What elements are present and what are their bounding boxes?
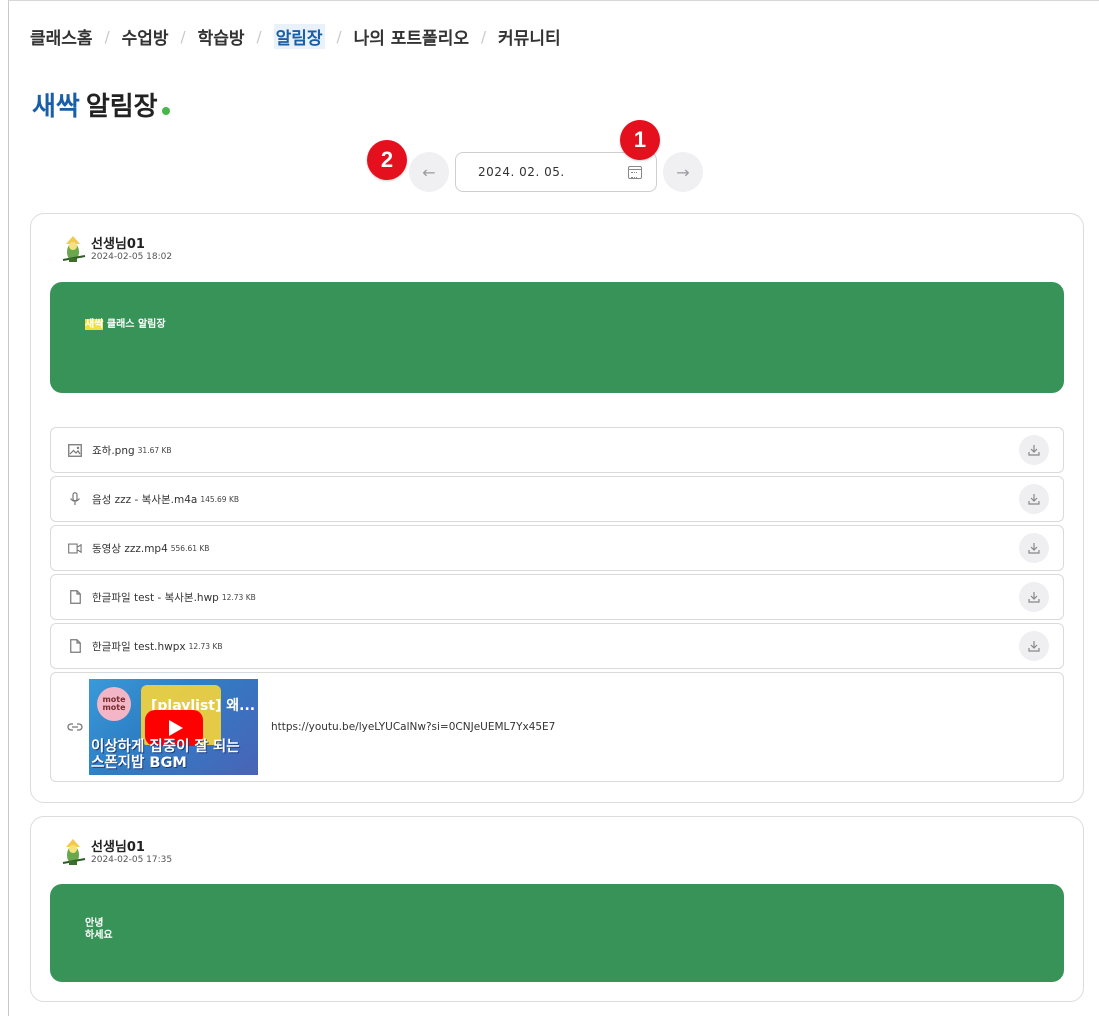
date-input[interactable]: 2024. 02. 05.	[455, 152, 657, 192]
attachment-item[interactable]: 죠하.png 31.67 KB	[50, 427, 1064, 473]
notice-post: 선생님01 2024-02-05 17:35 안녕 하세요	[30, 816, 1084, 1002]
download-button[interactable]	[1019, 484, 1049, 514]
attachment-item[interactable]: 동영상 zzz.mp4 556.61 KB	[50, 525, 1064, 571]
post-text-line: 하세요	[85, 930, 113, 941]
download-button[interactable]	[1019, 435, 1049, 465]
image-icon	[68, 443, 82, 457]
breadcrumb-separator: /	[480, 27, 487, 46]
download-icon	[1028, 445, 1040, 456]
annotation-badge-2: 2	[367, 140, 407, 180]
thumbnail-channel-badge: mote mote	[97, 687, 131, 721]
breadcrumb: 클래스홈 / 수업방 / 학습방 / 알림장 / 나의 포트폴리오 / 커뮤니티	[30, 24, 561, 49]
page-title-accent: 새싹	[32, 92, 80, 122]
arrow-right-icon: →	[676, 162, 690, 182]
post-content: 새싹 클래스 알림장	[50, 282, 1064, 393]
link-attachment[interactable]: mote mote [playlist] 왜... 이상하게 집중이 잘 되는 …	[50, 672, 1064, 782]
post-content: 안녕 하세요	[50, 884, 1064, 982]
breadcrumb-separator: /	[180, 27, 186, 46]
post-meta: 선생님01 2024-02-05 17:35	[91, 839, 173, 866]
attachment-name: 한글파일 test.hwpx	[92, 640, 186, 653]
notice-post: 선생님01 2024-02-05 18:02 새싹 클래스 알림장 죠하.png…	[30, 213, 1084, 803]
breadcrumb-separator: /	[104, 27, 110, 46]
download-button[interactable]	[1019, 631, 1049, 661]
attachment-name: 한글파일 test - 복사본.hwp	[92, 591, 219, 604]
post-header: 선생님01 2024-02-05 17:35	[59, 837, 172, 869]
attachment-name: 죠하.png	[92, 444, 135, 457]
highlighted-text: 새싹	[85, 319, 104, 330]
attachment-name: 동영상 zzz.mp4	[92, 542, 168, 555]
date-navigator: ← 2024. 02. 05. →	[409, 152, 703, 192]
download-icon	[1028, 543, 1040, 554]
download-button[interactable]	[1019, 582, 1049, 612]
video-thumbnail[interactable]: mote mote [playlist] 왜... 이상하게 집중이 잘 되는 …	[89, 679, 258, 775]
breadcrumb-lesson-room[interactable]: 수업방	[122, 24, 169, 49]
breadcrumb-class-home[interactable]: 클래스홈	[30, 24, 93, 49]
link-icon	[67, 723, 83, 731]
breadcrumb-study-room[interactable]: 학습방	[198, 24, 245, 49]
attachment-size: 12.73 KB	[188, 641, 223, 651]
download-icon	[1028, 641, 1040, 652]
attachment-size: 31.67 KB	[137, 445, 172, 455]
post-time: 2024-02-05 18:02	[91, 251, 173, 262]
thumbnail-caption-line: 이상하게 집중이 잘 되는	[91, 739, 240, 755]
attachment-size: 145.69 KB	[200, 494, 240, 504]
attachment-name: 음성 zzz - 복사본.m4a	[92, 493, 198, 506]
download-button[interactable]	[1019, 533, 1049, 563]
attachment-item[interactable]: 음성 zzz - 복사본.m4a 145.69 KB	[50, 476, 1064, 522]
page-title: 새싹 알림장	[32, 86, 170, 123]
date-value: 2024. 02. 05.	[478, 165, 565, 179]
post-author: 선생님01	[91, 839, 145, 855]
video-icon	[68, 541, 82, 555]
teacher-avatar	[62, 839, 86, 865]
post-author: 선생님01	[91, 236, 145, 252]
thumbnail-caption-line: 스폰지밥 BGM	[91, 755, 187, 771]
next-date-button[interactable]: →	[663, 152, 703, 192]
breadcrumb-notice[interactable]: 알림장	[273, 24, 325, 49]
arrow-left-icon: ←	[422, 162, 436, 182]
thumbnail-caption: 이상하게 집중이 잘 되는 스폰지밥 BGM	[91, 739, 240, 771]
page-title-main: 알림장	[85, 92, 158, 122]
post-header: 선생님01 2024-02-05 18:02	[59, 234, 172, 266]
post-text-line: 안녕	[85, 918, 104, 929]
attachment-item[interactable]: 한글파일 test.hwpx 12.73 KB	[50, 623, 1064, 669]
post-text: 클래스 알림장	[103, 319, 166, 330]
breadcrumb-separator: /	[256, 27, 262, 46]
attachment-size: 556.61 KB	[170, 543, 210, 553]
attachment-size: 12.73 KB	[221, 592, 256, 602]
download-icon	[1028, 592, 1040, 603]
annotation-badge-1: 1	[620, 120, 660, 160]
post-meta: 선생님01 2024-02-05 18:02	[91, 236, 173, 263]
breadcrumb-portfolio[interactable]: 나의 포트폴리오	[354, 24, 469, 49]
teacher-avatar	[62, 236, 86, 262]
prev-date-button[interactable]: ←	[409, 152, 449, 192]
breadcrumb-community[interactable]: 커뮤니티	[498, 24, 561, 49]
calendar-icon[interactable]	[628, 165, 642, 179]
title-dot-icon	[161, 107, 170, 115]
link-url[interactable]: https://youtu.be/lyeLYUCalNw?si=0CNJeUEM…	[271, 721, 555, 733]
download-icon	[1028, 494, 1040, 505]
file-icon	[68, 590, 82, 604]
file-icon	[68, 639, 82, 653]
attachment-item[interactable]: 한글파일 test - 복사본.hwp 12.73 KB	[50, 574, 1064, 620]
microphone-icon	[68, 492, 82, 506]
post-time: 2024-02-05 17:35	[91, 854, 173, 865]
breadcrumb-separator: /	[336, 27, 342, 46]
